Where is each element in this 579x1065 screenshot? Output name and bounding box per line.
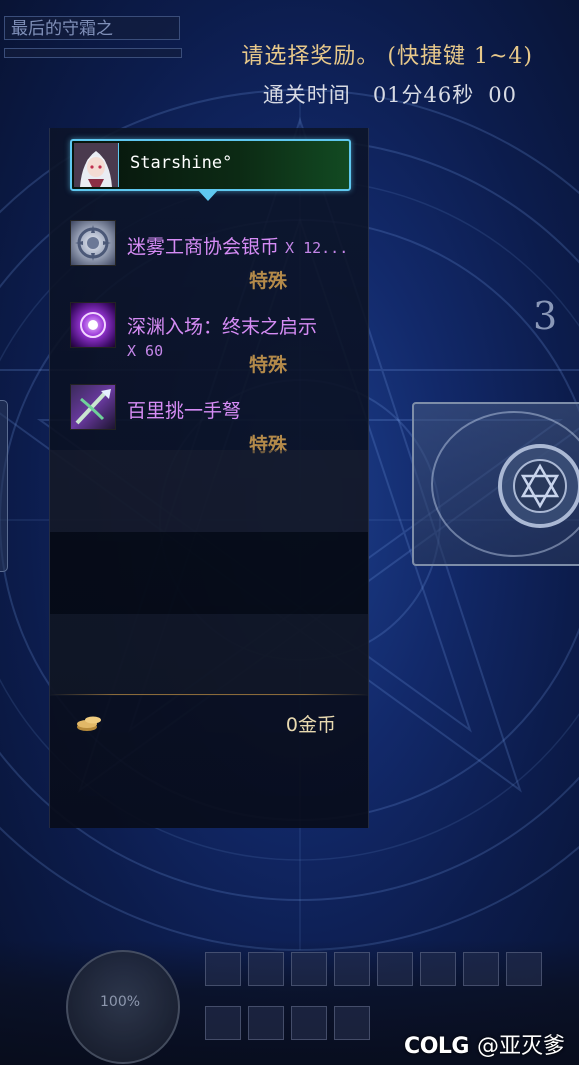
card-number: 3 <box>533 294 558 338</box>
empty-reward-slot <box>50 450 368 532</box>
reward-option-2[interactable]: 深渊入场：终末之启示 X 60 特殊 <box>50 294 368 376</box>
reward-option-3[interactable]: 百里挑一手弩 特殊 <box>50 376 368 458</box>
skill-slot[interactable] <box>248 1006 284 1040</box>
watermark: COLG @亚灭爹 <box>404 1028 565 1060</box>
skill-slot[interactable] <box>463 952 499 986</box>
reward-item-name: 百里挑一手弩 <box>127 400 242 422</box>
reward-option-1[interactable]: 迷雾工商协会银币 X 12... 特殊 <box>50 212 368 294</box>
divider <box>50 694 368 695</box>
clear-time-label: 通关时间 <box>262 83 351 107</box>
skill-slot[interactable] <box>205 1006 241 1040</box>
reward-item-qty: X 12... <box>285 239 349 257</box>
watermark-handle: @亚灭爹 <box>476 1034 565 1059</box>
left-side-tab[interactable] <box>0 400 8 572</box>
reward-item-label: 迷雾工商协会银币 <box>127 236 280 258</box>
dungeon-info-bar: 最后的守霜之 <box>0 12 185 58</box>
skill-slot[interactable] <box>291 1006 327 1040</box>
crossbow-icon <box>70 384 116 430</box>
reward-prompt: 请选择奖励。 (快捷键 1~4) <box>241 44 533 69</box>
nameplate-pointer <box>197 189 219 201</box>
player-nameplate[interactable]: Starshine° <box>70 139 351 191</box>
skill-slot[interactable] <box>334 1006 370 1040</box>
abyss-orb-icon <box>70 302 116 348</box>
reward-card-back[interactable] <box>412 402 579 566</box>
reward-panel: Starshine° 迷雾工商协会银币 X 12... 特殊 深渊入场：终末之启… <box>49 128 369 828</box>
dungeon-progress-bar <box>4 48 182 58</box>
empty-reward-slot <box>50 614 368 696</box>
reward-selection-screen: 最后的守霜之 请选择奖励。 (快捷键 1~4) 通关时间 01分46秒 00 Sta… <box>0 0 579 1065</box>
clear-time: 通关时间 01分46秒 00 <box>263 79 517 109</box>
hp-percent: 100% <box>100 994 141 1010</box>
skill-slot[interactable] <box>506 952 542 986</box>
reward-item-name: 迷雾工商协会银币 X 12... <box>127 232 348 259</box>
reward-rarity: 特殊 <box>249 270 288 292</box>
silver-coin-icon <box>70 220 116 266</box>
reward-rarity: 特殊 <box>249 354 288 376</box>
dungeon-name: 最后的守霜之 <box>4 16 180 40</box>
skill-slot[interactable] <box>420 952 456 986</box>
skill-slot[interactable] <box>291 952 327 986</box>
character-portrait-icon <box>74 143 118 187</box>
watermark-brand: COLG <box>404 1034 469 1059</box>
star-gear-icon <box>431 411 579 557</box>
player-name: Starshine° <box>130 153 233 173</box>
empty-reward-slot <box>50 532 368 614</box>
player-avatar <box>74 143 119 187</box>
clear-time-value: 01分46秒 <box>372 83 475 107</box>
reward-item-name: 深渊入场：终末之启示 <box>127 316 318 338</box>
skill-slot[interactable] <box>205 952 241 986</box>
gold-amount: 0金币 <box>285 714 336 736</box>
skill-slot[interactable] <box>248 952 284 986</box>
skill-slot[interactable] <box>334 952 370 986</box>
skill-slot[interactable] <box>377 952 413 986</box>
reward-item-qty: X 60 <box>127 342 164 360</box>
clear-time-ms: 00 <box>488 83 517 107</box>
gold-coins-icon <box>75 713 105 733</box>
